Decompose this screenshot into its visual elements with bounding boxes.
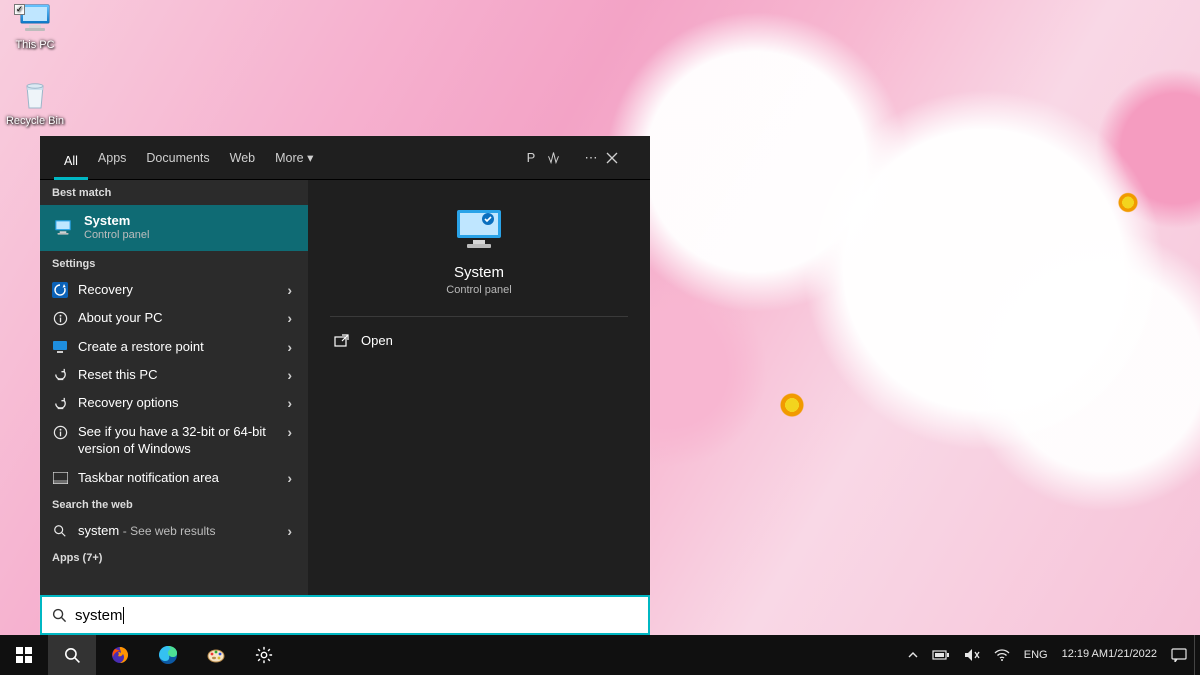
start-button[interactable] [0,635,48,675]
chevron-right-icon: › [287,424,296,440]
chevron-right-icon: › [287,367,296,383]
search-icon [52,523,68,539]
desktop-icon-recycle-bin[interactable]: Recycle Bin [0,78,70,127]
tray-volume-icon[interactable] [957,635,987,675]
section-web: Search the web [40,492,308,517]
info-icon [52,310,68,326]
result-subtitle: Control panel [84,229,296,243]
reset-icon [52,367,68,383]
search-input-box[interactable]: system [40,595,650,635]
start-search-flyout: All Apps Documents Web More ▾ P ⋯ Best m… [40,136,650,635]
result-label: Create a restore point [78,339,277,355]
taskbar: ENG 12:19 AM 1/21/2022 [0,635,1200,675]
clock-time: 12:19 AM [1062,648,1108,662]
preview-subtitle: Control panel [446,284,511,296]
recovery-icon [52,282,68,298]
result-system[interactable]: System Control panel [40,205,308,251]
result-restore-point[interactable]: Create a restore point › [40,333,308,361]
reset-icon [52,395,68,411]
desktop-icon-label: This PC [0,39,70,51]
system-tray: ENG 12:19 AM 1/21/2022 [901,635,1200,675]
tray-wifi-icon[interactable] [987,635,1017,675]
taskbar-search-button[interactable] [48,635,96,675]
search-scope-tabs: All Apps Documents Web More ▾ P ⋯ [40,136,650,180]
tray-language[interactable]: ENG [1017,635,1055,675]
close-icon[interactable] [606,152,636,164]
result-taskbar-notif[interactable]: Taskbar notification area › [40,464,308,492]
chevron-right-icon: › [287,523,296,539]
tab-more[interactable]: More ▾ [265,136,323,180]
divider [330,316,628,317]
monitor-icon [52,217,74,239]
tab-apps[interactable]: Apps [88,136,137,180]
search-icon [52,608,67,623]
tab-more-label: More [275,151,303,165]
result-label: Taskbar notification area [78,470,277,486]
chevron-right-icon: › [287,470,296,486]
preview-pane: System Control panel Open [308,180,650,595]
chevron-right-icon: › [287,310,296,326]
show-desktop-button[interactable] [1194,635,1200,675]
tray-clock[interactable]: 12:19 AM 1/21/2022 [1055,635,1164,675]
recycle-bin-icon [15,78,55,112]
preview-title: System [454,264,504,281]
tab-documents[interactable]: Documents [136,136,219,180]
text-caret [123,607,124,624]
result-label: See if you have a 32-bit or 64-bit versi… [78,424,277,457]
taskbar-settings[interactable] [240,635,288,675]
more-options-icon[interactable]: ⋯ [576,150,606,166]
result-text: System Control panel [84,213,296,243]
result-label: Recovery options [78,395,277,411]
monitor-large-icon [451,206,507,252]
result-label: system - See web results [78,523,277,539]
result-label: About your PC [78,310,277,326]
info-icon [52,424,68,440]
taskbar-paint[interactable] [192,635,240,675]
open-icon [334,334,349,347]
result-recovery-options[interactable]: Recovery options › [40,389,308,417]
taskbar-icon [52,470,68,486]
preview-action-open[interactable]: Open [330,327,397,354]
tray-action-center-icon[interactable] [1164,635,1194,675]
result-title: System [84,213,296,229]
chevron-right-icon: › [287,339,296,355]
clock-date: 1/21/2022 [1108,648,1157,662]
chevron-down-icon: ▾ [307,151,313,165]
result-about-pc[interactable]: About your PC › [40,304,308,332]
tab-web[interactable]: Web [220,136,265,180]
taskbar-edge[interactable] [144,635,192,675]
tray-overflow-icon[interactable] [901,635,925,675]
chevron-right-icon: › [287,282,296,298]
result-reset-pc[interactable]: Reset this PC › [40,361,308,389]
section-apps-more[interactable]: Apps (7+) [40,545,308,570]
search-input-value: system [75,607,123,624]
rewards-icon[interactable] [546,150,576,165]
tab-all[interactable]: All [54,136,88,180]
monitor-small-icon [52,339,68,355]
preview-action-label: Open [361,333,393,348]
result-web-system[interactable]: system - See web results › [40,517,308,545]
desktop-icon-label: Recycle Bin [0,115,70,127]
chevron-right-icon: › [287,395,296,411]
result-bitness[interactable]: See if you have a 32-bit or 64-bit versi… [40,417,308,464]
section-best-match: Best match [40,180,308,205]
checkbox-icon: ✓ [14,4,25,15]
result-label: Recovery [78,282,277,298]
desktop-icon-this-pc[interactable]: ✓ This PC [0,2,70,51]
taskbar-firefox[interactable] [96,635,144,675]
section-settings: Settings [40,251,308,276]
tray-battery-icon[interactable] [925,635,957,675]
result-recovery[interactable]: Recovery › [40,276,308,304]
profile-button[interactable]: P [516,150,546,165]
result-label: Reset this PC [78,367,277,383]
results-list: Best match System Control panel Settings… [40,180,308,595]
